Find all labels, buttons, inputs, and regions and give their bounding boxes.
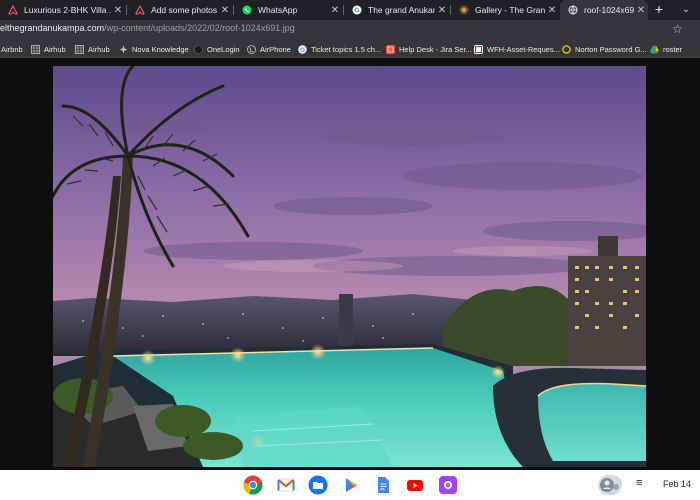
svg-text:G: G (354, 8, 360, 15)
bookmark-label: OneLogin (207, 44, 240, 54)
norton-icon (562, 44, 571, 54)
clock-date[interactable]: Feb 14 (663, 479, 691, 489)
tab-add-photos[interactable]: Add some photos – Ai... ✕ (127, 0, 232, 20)
jira-icon (386, 44, 395, 54)
drive-icon (650, 45, 659, 54)
bookmark-label: Nova Knowledge (132, 44, 189, 54)
bookmark-label: Ticket topics 1.5 ch... (311, 44, 382, 54)
airphone-icon (247, 44, 256, 54)
tab-grand-anukampa[interactable]: G The grand Anukampa ... ✕ (344, 0, 449, 20)
bookmark-help-desk[interactable]: Help Desk - Jira Ser... (386, 43, 472, 55)
bookmark-label: Airhub (88, 44, 110, 54)
tab-title: Add some photos – Ai... (151, 5, 218, 15)
onelogin-icon (194, 44, 203, 54)
docs-icon[interactable] (373, 475, 393, 495)
bookmark-wfh-asset[interactable]: WFH-Asset-Reques... (474, 43, 560, 55)
tab-gallery[interactable]: Gallery - The Grand An... ✕ (451, 0, 559, 20)
airbnb-icon (8, 5, 18, 15)
bookmark-label: Airbnb (1, 44, 23, 54)
close-icon[interactable]: ✕ (218, 5, 232, 16)
youtube-icon[interactable] (405, 475, 425, 495)
svg-text:G: G (300, 47, 305, 54)
new-tab-button[interactable]: + (652, 0, 666, 20)
bookmark-label: roster (663, 44, 683, 54)
bookmark-ticket-topics[interactable]: G Ticket topics 1.5 ch... (298, 43, 381, 55)
bookmark-airhub[interactable]: Airhub (31, 43, 66, 55)
avatar[interactable] (598, 475, 622, 495)
close-icon[interactable]: ✕ (545, 5, 559, 16)
bookmarks-bar: Airbnb Airhub Airhub Nova Knowledge OneL… (0, 40, 700, 58)
bookmark-label: Norton Password G... (575, 44, 647, 54)
site-icon (459, 5, 469, 15)
nova-icon (119, 45, 128, 54)
close-icon[interactable]: ✕ (328, 5, 342, 16)
tab-title: roof-1024x691.jpg (10... (584, 5, 634, 15)
address-bar[interactable]: elthegrandanukampa.com/wp-content/upload… (0, 23, 295, 33)
bookmark-label: Airhub (44, 44, 66, 54)
gmail-icon[interactable] (276, 475, 296, 495)
bookmark-nova-knowledge[interactable]: Nova Knowledge (119, 43, 189, 55)
bookmark-label: WFH-Asset-Reques... (487, 44, 560, 54)
airhub-icon (75, 44, 84, 54)
close-icon[interactable]: ✕ (634, 5, 648, 16)
whatsapp-icon (242, 5, 252, 15)
chrome-icon[interactable] (243, 475, 263, 495)
wfh-icon (474, 44, 483, 54)
shelf: ≡ Feb 14 (0, 470, 700, 500)
close-icon[interactable]: ✕ (435, 5, 449, 16)
tab-title: Gallery - The Grand An... (475, 5, 545, 15)
tote-icon[interactable]: ≡ (636, 477, 642, 489)
tab-whatsapp[interactable]: WhatsApp ✕ (234, 0, 342, 20)
tab-title: Luxurious 2-BHK Villa ... (24, 5, 111, 15)
bookmark-star-icon[interactable]: ☆ (672, 22, 683, 36)
google-icon: G (352, 5, 362, 15)
bookmark-label: AirPhone (260, 44, 291, 54)
url-path: /wp-content/uploads/2022/02/roof-1024x69… (104, 23, 295, 33)
bookmark-roster[interactable]: roster (650, 43, 682, 55)
globe-icon (568, 5, 578, 15)
bookmark-airbnb[interactable]: Airbnb (1, 43, 23, 55)
google-icon: G (298, 44, 307, 54)
play-store-icon[interactable] (341, 475, 361, 495)
bookmark-airhub-2[interactable]: Airhub (75, 43, 110, 55)
bookmark-label: Help Desk - Jira Ser... (399, 44, 472, 54)
tab-title: WhatsApp (258, 5, 298, 15)
tab-roof-image[interactable]: roof-1024x691.jpg (10... ✕ (560, 0, 648, 20)
browser-toolbar: elthegrandanukampa.com/wp-content/upload… (0, 20, 700, 40)
tab-strip: Luxurious 2-BHK Villa ... ✕ Add some pho… (0, 0, 700, 20)
tab-title: The grand Anukampa ... (368, 5, 435, 15)
tab-search-icon[interactable]: ⌄ (676, 0, 696, 20)
rooftop-pool-photo[interactable] (53, 66, 646, 467)
photos-icon[interactable] (438, 475, 458, 495)
bookmark-airphone[interactable]: AirPhone (247, 43, 291, 55)
image-viewer (0, 58, 700, 470)
airbnb-icon (135, 5, 145, 15)
files-icon[interactable] (308, 475, 328, 495)
close-icon[interactable]: ✕ (111, 5, 125, 16)
bookmark-onelogin[interactable]: OneLogin (194, 43, 240, 55)
airhub-icon (31, 44, 40, 54)
bookmark-norton[interactable]: Norton Password G... (562, 43, 647, 55)
url-host: elthegrandanukampa.com (0, 23, 105, 33)
tab-luxurious-villa[interactable]: Luxurious 2-BHK Villa ... ✕ (0, 0, 125, 20)
